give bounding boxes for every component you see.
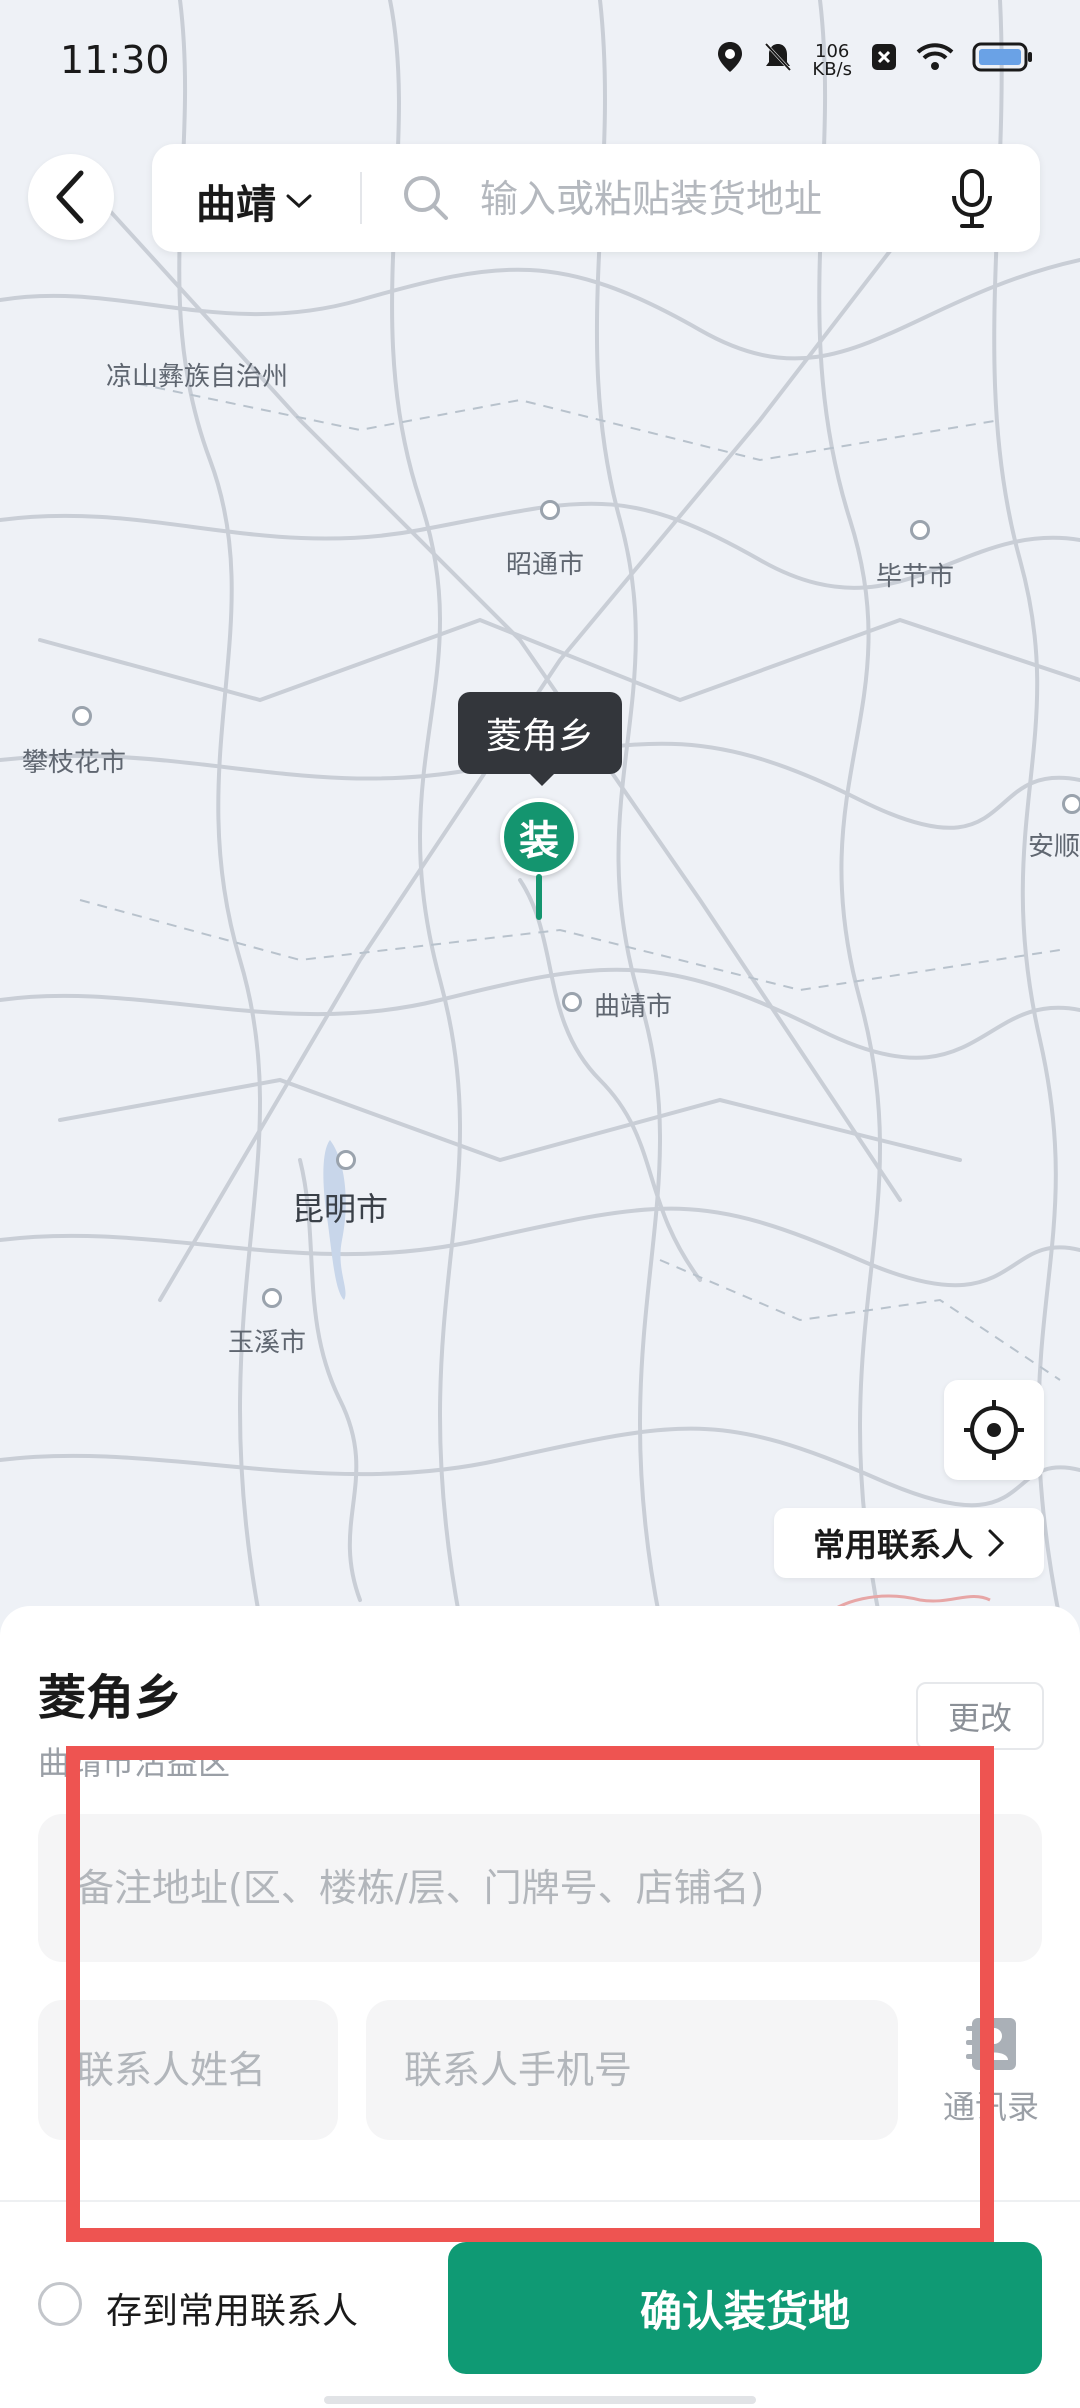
map-label-zhaotong: 昭通市 — [506, 550, 585, 580]
change-button[interactable]: 更改 — [916, 1682, 1044, 1750]
chevron-right-icon — [988, 1529, 1005, 1557]
map-label-anshun: 安顺 — [1028, 832, 1080, 862]
home-indicator[interactable] — [324, 2396, 756, 2404]
map-label-liangshan: 凉山彝族自治州 — [106, 362, 289, 392]
contact-name-input[interactable] — [38, 2000, 338, 2140]
map-label-kunming: 昆明市 — [292, 1190, 389, 1228]
map-label-panzhihua: 攀枝花市 — [22, 748, 127, 778]
confirm-loading-address-button[interactable]: 确认装货地 — [448, 2242, 1042, 2374]
map-dot-anshun — [1062, 794, 1080, 814]
common-contacts-button[interactable]: 常用联系人 — [774, 1508, 1044, 1578]
save-contact-label[interactable]: 存到常用联系人 — [106, 2282, 358, 2334]
map-dot-kunming — [336, 1150, 356, 1170]
address-book-button[interactable]: 通讯录 — [928, 2016, 1054, 2128]
contact-phone-field — [366, 2000, 898, 2140]
search-icon — [404, 176, 448, 220]
back-button[interactable] — [28, 154, 114, 240]
network-speed-unit: KB/s — [812, 58, 852, 80]
status-time: 11:30 — [60, 38, 170, 82]
place-title: 菱角乡 — [38, 1670, 183, 1726]
map-dot-yuxi — [262, 1288, 282, 1308]
common-contacts-label: 常用联系人 — [812, 1526, 973, 1564]
map-dot-panzhihua — [72, 706, 92, 726]
map-dot-bijie — [910, 520, 930, 540]
address-search-input[interactable] — [478, 172, 942, 226]
contact-name-field — [38, 2000, 338, 2140]
address-book-label: 通讯录 — [942, 2088, 1039, 2126]
crosshair-icon — [964, 1400, 1024, 1460]
chevron-down-icon — [286, 194, 312, 209]
network-speed-value: 106 — [815, 40, 850, 62]
chevron-left-icon — [56, 170, 84, 224]
map-label-bijie: 毕节市 — [876, 562, 955, 592]
status-icons: 106 KB/s — [716, 40, 1034, 81]
marker-tooltip: 菱角乡 — [458, 692, 622, 786]
location-icon — [716, 40, 744, 81]
address-note-input[interactable] — [38, 1814, 1042, 1962]
map-label-qujing: 曲靖市 — [594, 992, 673, 1022]
search-divider — [360, 172, 362, 224]
place-subtitle: 曲靖市沾益区 — [38, 1744, 231, 1782]
network-speed: 106 KB/s — [812, 40, 852, 80]
search-bar: 曲靖 — [152, 144, 1040, 252]
city-selector-label: 曲靖 — [196, 182, 276, 228]
wifi-icon — [916, 42, 954, 79]
status-bar: 11:30 106 KB/s — [0, 0, 1080, 120]
map-dot-zhaotong — [540, 500, 560, 520]
address-note-field — [38, 1814, 1042, 1962]
mute-icon — [762, 40, 794, 81]
save-contact-checkbox[interactable] — [38, 2282, 82, 2326]
sheet-divider — [0, 2200, 1080, 2202]
contacts-book-icon — [966, 2018, 1016, 2070]
contact-phone-input[interactable] — [366, 2000, 898, 2140]
address-detail-sheet: 菱角乡 曲靖市沾益区 更改 通讯录 存到常用联系人 确认装货地 — [0, 1606, 1080, 2408]
pin-stem — [536, 874, 542, 920]
map-dot-qujing — [562, 992, 582, 1012]
close-box-icon — [870, 42, 898, 79]
battery-icon — [972, 41, 1034, 80]
microphone-icon[interactable] — [948, 168, 996, 230]
loading-location-pin: 装 — [500, 798, 578, 876]
map-label-yuxi: 玉溪市 — [228, 1328, 307, 1358]
locate-button[interactable] — [944, 1380, 1044, 1480]
city-selector[interactable]: 曲靖 — [196, 172, 312, 230]
